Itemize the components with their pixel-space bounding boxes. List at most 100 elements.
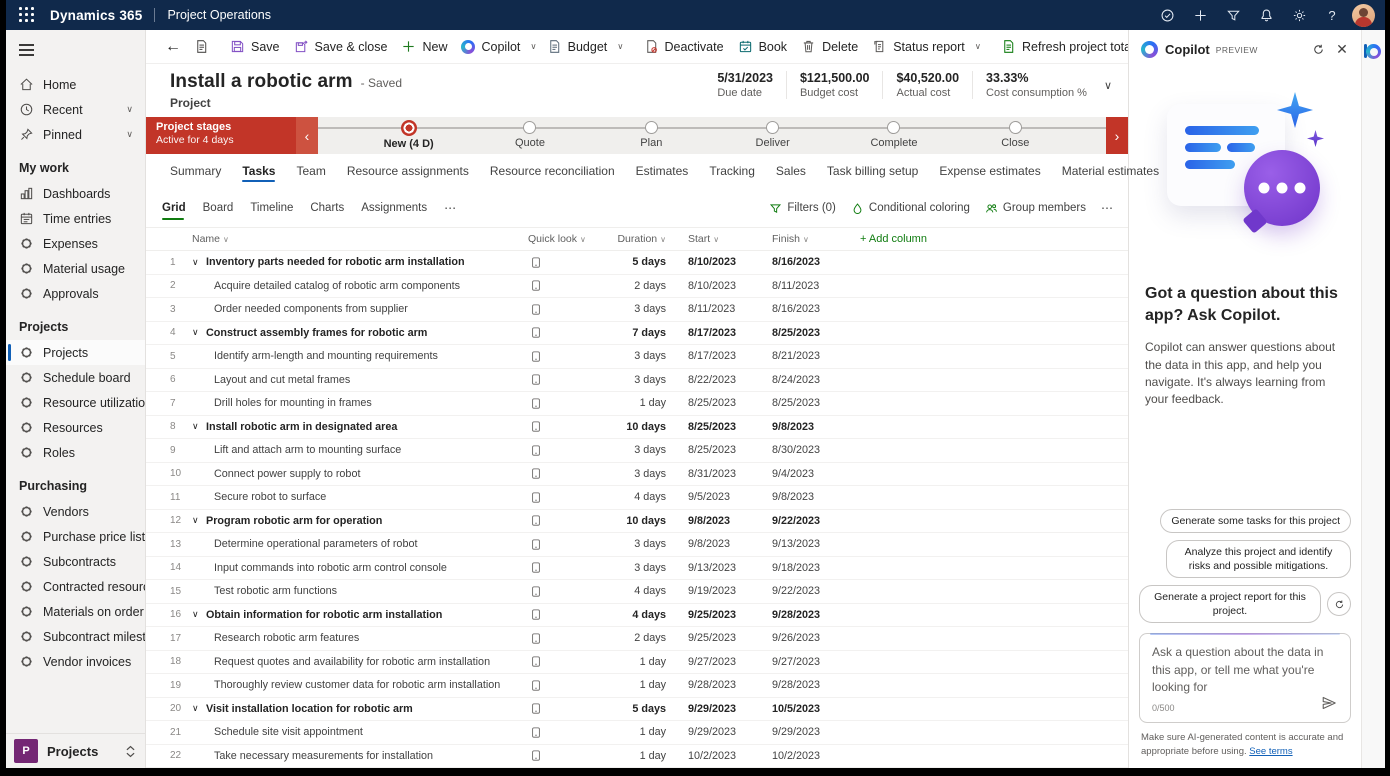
copilot-close-icon[interactable]: ✕ — [1331, 38, 1353, 60]
duration-cell[interactable]: 1 day — [611, 397, 674, 409]
table-row[interactable]: 1 ∨ Inventory parts needed for robotic a… — [146, 251, 1128, 275]
table-row[interactable]: 13 ∨ Determine operational parameters of… — [146, 533, 1128, 557]
bpf-stage[interactable]: Complete — [833, 117, 954, 154]
start-date-cell[interactable]: 9/29/2023 — [674, 726, 764, 738]
task-name-cell[interactable]: ∨ Inventory parts needed for robotic arm… — [192, 256, 516, 268]
finish-date-cell[interactable]: 10/5/2023 — [764, 703, 858, 715]
start-date-cell[interactable]: 10/2/2023 — [674, 750, 764, 762]
column-header-quick-look[interactable]: Quick look ∨ — [516, 233, 611, 245]
finish-date-cell[interactable]: 9/8/2023 — [764, 491, 858, 503]
duration-cell[interactable]: 3 days — [611, 538, 674, 550]
view-tab[interactable]: Timeline — [250, 202, 293, 220]
task-name-cell[interactable]: ∨ Determine operational parameters of ro… — [192, 538, 516, 550]
task-name-cell[interactable]: ∨ Obtain information for robotic arm ins… — [192, 609, 516, 621]
duration-cell[interactable]: 3 days — [611, 468, 674, 480]
book-button[interactable]: Book — [731, 35, 795, 58]
table-row[interactable]: 9 ∨ Lift and attach arm to mounting surf… — [146, 439, 1128, 463]
sidebar-item[interactable]: Roles — [6, 440, 145, 465]
finish-date-cell[interactable]: 9/28/2023 — [764, 679, 858, 691]
column-header-finish[interactable]: Finish ∨ — [764, 233, 858, 245]
record-tab[interactable]: Resource assignments — [347, 164, 469, 185]
quick-look-cell[interactable] — [516, 538, 611, 551]
duration-cell[interactable]: 4 days — [611, 609, 674, 621]
duration-cell[interactable]: 10 days — [611, 421, 674, 433]
sidebar-item[interactable]: Resources — [6, 415, 145, 440]
duration-cell[interactable]: 3 days — [611, 562, 674, 574]
task-name-cell[interactable]: ∨ Lift and attach arm to mounting surfac… — [192, 444, 516, 456]
start-date-cell[interactable]: 9/8/2023 — [674, 538, 764, 550]
quick-look-cell[interactable] — [516, 679, 611, 692]
sidebar-item[interactable]: Expenses — [6, 231, 145, 256]
sidebar-item-recent[interactable]: Recent ∨ — [6, 97, 145, 122]
collapse-chevron-icon[interactable]: ∨ — [192, 703, 202, 714]
start-date-cell[interactable]: 9/27/2023 — [674, 656, 764, 668]
duration-cell[interactable]: 1 day — [611, 656, 674, 668]
duration-cell[interactable]: 3 days — [611, 444, 674, 456]
finish-date-cell[interactable]: 8/25/2023 — [764, 327, 858, 339]
sitemap-collapse-hamburger-icon[interactable] — [6, 36, 40, 64]
quick-look-cell[interactable] — [516, 561, 611, 574]
start-date-cell[interactable]: 8/17/2023 — [674, 350, 764, 362]
quick-look-cell[interactable] — [516, 655, 611, 668]
quick-look-cell[interactable] — [516, 279, 611, 292]
start-date-cell[interactable]: 8/31/2023 — [674, 468, 764, 480]
finish-date-cell[interactable]: 9/22/2023 — [764, 515, 858, 527]
task-name-cell[interactable]: ∨ Drill holes for mounting in frames — [192, 397, 516, 409]
table-row[interactable]: 2 ∨ Acquire detailed catalog of robotic … — [146, 275, 1128, 298]
collapse-chevron-icon[interactable]: ∨ — [192, 515, 202, 526]
save-and-close-button[interactable]: Save & close — [287, 35, 395, 58]
app-launcher-waffle-icon[interactable] — [14, 4, 40, 26]
quick-look-cell[interactable] — [516, 444, 611, 457]
view-action-button[interactable]: Filters (0) — [769, 202, 836, 215]
bpf-stage[interactable]: Close — [955, 117, 1076, 154]
record-tab[interactable]: Estimates — [636, 164, 689, 185]
start-date-cell[interactable]: 8/11/2023 — [674, 303, 764, 315]
table-row[interactable]: 7 ∨ Drill holes for mounting in frames 1… — [146, 392, 1128, 416]
finish-date-cell[interactable]: 10/2/2023 — [764, 750, 858, 762]
task-check-icon[interactable] — [1154, 3, 1180, 27]
record-tab[interactable]: Task billing setup — [827, 164, 918, 185]
add-column-button[interactable]: + Add column — [858, 233, 1128, 245]
task-name-cell[interactable]: ∨ Layout and cut metal frames — [192, 374, 516, 386]
filter-icon[interactable] — [1220, 3, 1246, 27]
sidebar-item[interactable]: Subcontract milestones — [6, 624, 145, 649]
quick-look-cell[interactable] — [516, 514, 611, 527]
table-row[interactable]: 6 ∨ Layout and cut metal frames 3 days 8… — [146, 369, 1128, 392]
column-header-duration[interactable]: Duration ∨ — [611, 233, 674, 245]
start-date-cell[interactable]: 9/25/2023 — [674, 632, 764, 644]
bpf-stage[interactable]: Plan — [591, 117, 712, 154]
duration-cell[interactable]: 3 days — [611, 303, 674, 315]
sidebar-item[interactable]: Dashboards — [6, 181, 145, 206]
task-name-cell[interactable]: ∨ Take necessary measurements for instal… — [192, 750, 516, 762]
start-date-cell[interactable]: 8/10/2023 — [674, 256, 764, 268]
quick-look-cell[interactable] — [516, 373, 611, 386]
view-tab[interactable]: Grid — [162, 202, 186, 220]
help-icon[interactable]: ? — [1319, 3, 1345, 27]
table-row[interactable]: 15 ∨ Test robotic arm functions 4 days 9… — [146, 580, 1128, 604]
finish-date-cell[interactable]: 9/27/2023 — [764, 656, 858, 668]
sidebar-item[interactable]: Vendor invoices — [6, 649, 145, 674]
quick-look-cell[interactable] — [516, 420, 611, 433]
copilot-split-chevron-icon[interactable]: ∨ — [527, 37, 539, 56]
task-name-cell[interactable]: ∨ Research robotic arm features — [192, 632, 516, 644]
task-name-cell[interactable]: ∨ Secure robot to surface — [192, 491, 516, 503]
collapse-chevron-icon[interactable]: ∨ — [192, 609, 202, 620]
duration-cell[interactable]: 4 days — [611, 585, 674, 597]
view-tabs-overflow-icon[interactable]: ⋯ — [444, 201, 457, 221]
duration-cell[interactable]: 3 days — [611, 350, 674, 362]
record-tab[interactable]: Expense estimates — [939, 164, 1040, 185]
budget-split-chevron-icon[interactable]: ∨ — [614, 37, 626, 56]
duration-cell[interactable]: 5 days — [611, 703, 674, 715]
send-icon[interactable] — [1318, 692, 1340, 714]
settings-gear-icon[interactable] — [1286, 3, 1312, 27]
copilot-button[interactable]: Copilot — [454, 36, 527, 58]
user-avatar[interactable] — [1352, 3, 1375, 27]
bpf-previous-chevron-icon[interactable]: ‹ — [296, 117, 318, 154]
table-row[interactable]: 10 ∨ Connect power supply to robot 3 day… — [146, 463, 1128, 486]
suggestion-pill[interactable]: Generate some tasks for this project — [1160, 508, 1351, 533]
table-row[interactable]: 16 ∨ Obtain information for robotic arm … — [146, 604, 1128, 627]
sidebar-item[interactable]: Contracted resource... — [6, 574, 145, 599]
sidebar-item[interactable]: Purchase price lists — [6, 524, 145, 549]
finish-date-cell[interactable]: 9/8/2023 — [764, 421, 858, 433]
quick-look-cell[interactable] — [516, 397, 611, 410]
